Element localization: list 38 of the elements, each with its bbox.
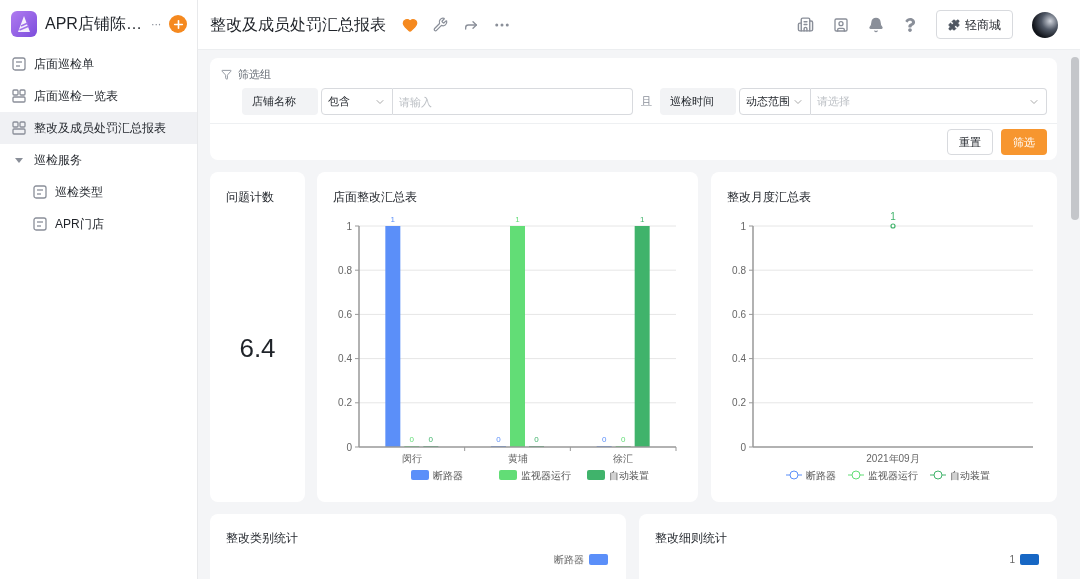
axis-tick-label: 0.4 — [732, 353, 746, 365]
data-label: 1 — [890, 212, 896, 222]
axis-tick-label: 1 — [740, 220, 746, 232]
axis-tick-label: 0.6 — [732, 308, 746, 320]
app-name: APR店铺陈… — [45, 14, 142, 34]
card-title: 整改细则统计 — [654, 530, 728, 547]
data-label: 1 — [639, 215, 645, 224]
axis-tick-label: 1 — [346, 220, 352, 232]
card-title: 问题计数 — [225, 189, 275, 206]
axis-tick-label: 0.2 — [338, 397, 352, 409]
field-label: 店铺名称 — [242, 88, 318, 115]
data-label: 0 — [428, 435, 434, 444]
data-label: 0 — [409, 435, 415, 444]
axis-tick-label: 0 — [740, 441, 746, 453]
condition-joiner: 且 — [641, 94, 652, 110]
axis-category-label: 2021年09月 — [866, 453, 920, 464]
card-title: 整改月度汇总表 — [726, 189, 812, 206]
card-title: 整改类别统计 — [225, 530, 299, 547]
card-title: 店面整改汇总表 — [332, 189, 418, 206]
axis-tick-label: 0.2 — [732, 397, 746, 409]
axis-tick-label: 0.8 — [732, 264, 746, 276]
axis-tick-label: 0.4 — [338, 353, 352, 365]
data-label: 0 — [620, 435, 626, 444]
axis-category-label: 闵行 — [401, 453, 422, 464]
metric-value: 6.4 — [239, 331, 276, 365]
axis-tick-label: 0.6 — [338, 308, 352, 320]
data-label: 1 — [515, 215, 520, 224]
data-label: 1 — [390, 215, 396, 224]
data-label: 0 — [496, 435, 501, 444]
filter-group-title: 筛选组 — [238, 67, 271, 83]
field-label: 巡检时间 — [660, 88, 736, 115]
axis-category-label: 黄埔 — [507, 453, 528, 464]
axis-tick-label: 0.8 — [338, 264, 352, 276]
axis-category-label: 徐汇 — [613, 453, 634, 464]
axis-tick-label: 0 — [346, 441, 352, 453]
page-title: 整改及成员处罚汇总报表 — [210, 14, 386, 35]
data-label: 0 — [601, 435, 607, 444]
data-label: 0 — [534, 435, 539, 444]
